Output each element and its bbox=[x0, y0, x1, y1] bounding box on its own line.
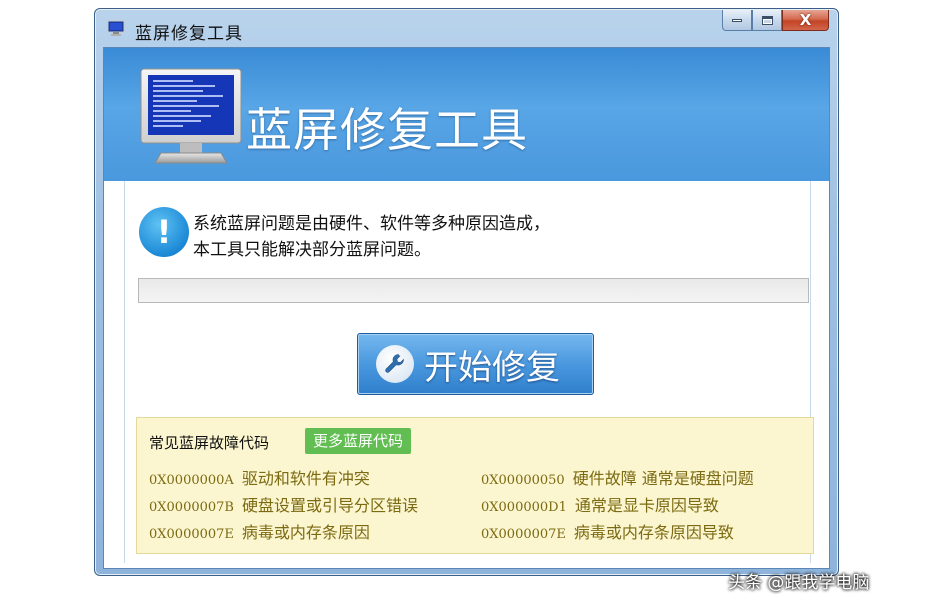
code-row: 0X000000D1 通常是显卡原因导致 bbox=[481, 492, 719, 516]
code-row: 0X0000007B 硬盘设置或引导分区错误 bbox=[149, 492, 418, 516]
close-button[interactable]: X bbox=[782, 10, 829, 31]
more-codes-button[interactable]: 更多蓝屏代码 bbox=[305, 428, 412, 454]
common-codes-panel: 常见蓝屏故障代码 更多蓝屏代码 0X0000000A 驱动和软件有冲突 0X000… bbox=[136, 417, 814, 554]
code-description: 病毒或内存条原因导致 bbox=[573, 523, 734, 542]
codes-panel-title: 常见蓝屏故障代码 bbox=[149, 434, 270, 452]
exclamation-glyph: ! bbox=[156, 213, 172, 251]
code-value: 0X00000050 bbox=[481, 473, 565, 488]
app-monitor-icon bbox=[107, 20, 125, 36]
wrench-glyph bbox=[385, 354, 404, 373]
repair-progress-bar bbox=[138, 278, 809, 303]
code-value: 0X0000007E bbox=[149, 527, 234, 542]
code-row: 0X00000050 硬件故障 通常是硬盘问题 bbox=[481, 465, 754, 489]
minimize-icon bbox=[732, 18, 742, 22]
main-panel: ! 系统蓝屏问题是由硬件、软件等多种原因造成， 本工具只能解决部分蓝屏问题。 开… bbox=[124, 181, 814, 563]
maximize-icon bbox=[761, 15, 773, 25]
code-value: 0X0000000A bbox=[149, 473, 234, 488]
maximize-button[interactable] bbox=[752, 10, 782, 31]
code-row: 0X0000007E 病毒或内存条原因导致 bbox=[481, 519, 734, 543]
code-description: 通常是显卡原因导致 bbox=[574, 496, 719, 515]
close-icon: X bbox=[799, 11, 812, 29]
client-area: 蓝屏修复工具 ! 系统蓝屏问题是由硬件、软件等多种原因造成， 本工具只能解决部分… bbox=[103, 47, 830, 569]
code-description: 病毒或内存条原因 bbox=[241, 523, 370, 542]
app-window: 蓝屏修复工具 X 蓝屏修复工具 ! 系统蓝屏问题是由硬件、软件等多种原因造成， … bbox=[94, 8, 839, 576]
notice-message: 系统蓝屏问题是由硬件、软件等多种原因造成， 本工具只能解决部分蓝屏问题。 bbox=[193, 211, 550, 263]
window-title: 蓝屏修复工具 bbox=[135, 24, 243, 44]
code-description: 硬件故障 通常是硬盘问题 bbox=[572, 469, 754, 488]
code-value: 0X0000007B bbox=[149, 500, 234, 515]
code-description: 驱动和软件有冲突 bbox=[241, 469, 370, 488]
code-value: 0X0000007E bbox=[481, 527, 566, 542]
minimize-button[interactable] bbox=[722, 10, 752, 31]
start-repair-button[interactable]: 开始修复 bbox=[357, 333, 594, 395]
notice-line-2: 本工具只能解决部分蓝屏问题。 bbox=[193, 240, 431, 260]
header-banner: 蓝屏修复工具 bbox=[104, 48, 829, 181]
code-description: 硬盘设置或引导分区错误 bbox=[241, 496, 418, 515]
code-row: 0X0000007E 病毒或内存条原因 bbox=[149, 519, 370, 543]
start-repair-label: 开始修复 bbox=[424, 347, 560, 388]
code-value: 0X000000D1 bbox=[481, 500, 567, 515]
caption-buttons: X bbox=[722, 10, 829, 32]
notice-line-1: 系统蓝屏问题是由硬件、软件等多种原因造成， bbox=[193, 214, 550, 234]
info-exclamation-icon: ! bbox=[139, 207, 189, 257]
code-row: 0X0000000A 驱动和软件有冲突 bbox=[149, 465, 370, 489]
banner-title: 蓝屏修复工具 bbox=[246, 103, 528, 157]
wrench-icon bbox=[376, 345, 414, 383]
bsod-monitor-icon bbox=[140, 68, 242, 164]
title-bar[interactable]: 蓝屏修复工具 X bbox=[95, 9, 838, 47]
source-watermark: 头条 @跟我学电脑 bbox=[728, 573, 870, 593]
